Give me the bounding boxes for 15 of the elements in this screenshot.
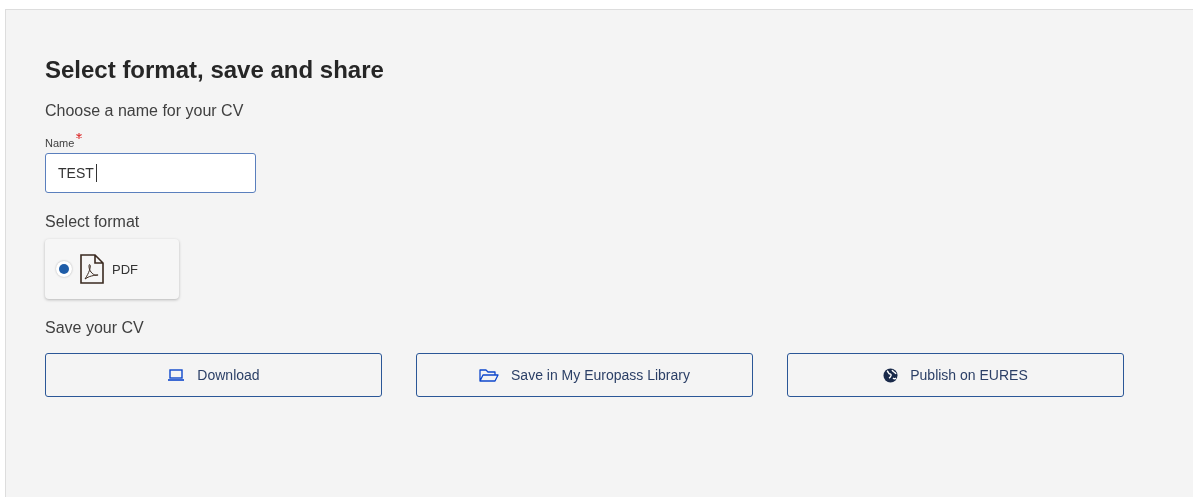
folder-icon (479, 367, 499, 383)
action-button[interactable]: Save in My Europass Library (416, 353, 753, 397)
laptop-icon (167, 368, 186, 382)
globe-icon (883, 367, 899, 383)
name-field[interactable]: TEST (45, 153, 256, 193)
page-title: Select format, save and share (45, 56, 384, 84)
format-option[interactable]: PDF (45, 239, 179, 299)
section-heading: Choose a name for your CV (45, 102, 244, 120)
action-button[interactable]: Publish on EURES (787, 353, 1124, 397)
document-icon (80, 254, 104, 284)
section-heading: Select format (45, 213, 140, 231)
field-label: Name (45, 137, 75, 149)
action-button[interactable]: Download (45, 353, 382, 397)
radio-button[interactable] (56, 261, 72, 277)
section-heading: Save your CV (45, 319, 144, 337)
